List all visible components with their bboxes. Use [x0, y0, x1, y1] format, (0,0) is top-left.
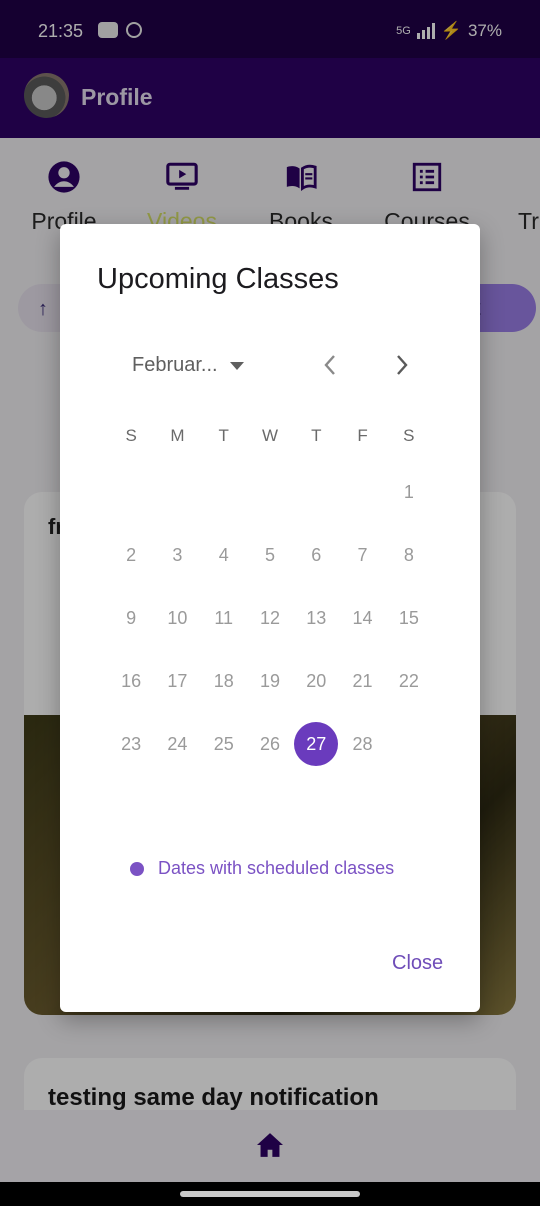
- day-number: 20: [306, 670, 327, 691]
- calendar-day[interactable]: 26: [247, 722, 293, 766]
- day-number: 12: [259, 607, 280, 628]
- day-number: 25: [213, 733, 234, 754]
- home-gesture-handle[interactable]: [180, 1191, 360, 1197]
- weekday-label: S: [403, 426, 415, 445]
- day-number: 8: [403, 544, 414, 565]
- weekday-header: S M T W T F S: [108, 412, 432, 460]
- weekday-label: S: [125, 426, 137, 445]
- day-number: 5: [264, 544, 275, 565]
- calendar-legend: Dates with scheduled classes: [130, 858, 394, 879]
- calendar-week: 9 10 11 12 13 14 15: [108, 586, 432, 649]
- day-number: 9: [126, 607, 137, 628]
- day-number: 1: [403, 481, 414, 502]
- calendar-day[interactable]: 12: [247, 596, 293, 640]
- day-number: 6: [311, 544, 322, 565]
- calendar-day[interactable]: 4: [201, 533, 247, 577]
- weekday-label: M: [170, 426, 185, 445]
- calendar-day[interactable]: 10: [154, 596, 200, 640]
- day-number: 7: [357, 544, 368, 565]
- calendar-day[interactable]: 17: [154, 659, 200, 703]
- calendar-weeks: 1 2 3 4 5 6 7 8 9 10 11 12 13 14 15 16 17 18 19 20 21 22 23 24 2…: [108, 460, 432, 775]
- gesture-bar: [0, 1182, 540, 1206]
- calendar-week: 2 3 4 5 6 7 8: [108, 523, 432, 586]
- weekday-label: F: [357, 426, 368, 445]
- calendar-day[interactable]: 20: [293, 659, 339, 703]
- calendar-day[interactable]: 18: [201, 659, 247, 703]
- day-number: 3: [172, 544, 183, 565]
- dialog-title: Upcoming Classes: [97, 263, 339, 295]
- month-label: Februar...: [132, 354, 218, 376]
- upcoming-classes-dialog: Upcoming Classes Februar... S M T W T F …: [60, 224, 480, 1012]
- calendar-day[interactable]: 22: [386, 659, 432, 703]
- calendar-day[interactable]: 11: [201, 596, 247, 640]
- calendar-week: 23 24 25 26 27 28: [108, 712, 432, 775]
- day-number: 4: [218, 544, 229, 565]
- calendar-day-selected[interactable]: 27: [293, 721, 339, 766]
- day-number: 13: [306, 607, 327, 628]
- calendar-day[interactable]: 3: [154, 533, 200, 577]
- day-number: 19: [259, 670, 280, 691]
- weekday-label: T: [218, 426, 229, 445]
- calendar-day[interactable]: 25: [201, 722, 247, 766]
- calendar-day[interactable]: 8: [386, 533, 432, 577]
- calendar-day[interactable]: 13: [293, 596, 339, 640]
- calendar-week: 16 17 18 19 20 21 22: [108, 649, 432, 712]
- day-number: 17: [167, 670, 188, 691]
- weekday-label: T: [311, 426, 322, 445]
- calendar-day[interactable]: 28: [339, 722, 385, 766]
- calendar-day[interactable]: 16: [108, 659, 154, 703]
- close-button[interactable]: Close: [392, 952, 443, 975]
- calendar-day[interactable]: 15: [386, 596, 432, 640]
- calendar-day[interactable]: 21: [339, 659, 385, 703]
- day-number: 2: [126, 544, 137, 565]
- calendar-day[interactable]: 6: [293, 533, 339, 577]
- day-number: 10: [167, 607, 188, 628]
- day-number: 11: [214, 607, 234, 628]
- calendar-day[interactable]: 14: [339, 596, 385, 640]
- day-number: 15: [398, 607, 419, 628]
- calendar-day[interactable]: 5: [247, 533, 293, 577]
- weekday-label: W: [261, 426, 278, 445]
- calendar-day[interactable]: 2: [108, 533, 154, 577]
- day-number: 27: [294, 721, 339, 766]
- calendar-day[interactable]: 19: [247, 659, 293, 703]
- day-number: 28: [352, 733, 373, 754]
- day-number: 26: [259, 733, 280, 754]
- calendar-grid: S M T W T F S 1 2 3 4 5 6 7 8 9 10 11 12 13 14 15 16 17 1…: [108, 412, 432, 775]
- day-number: 18: [213, 670, 234, 691]
- calendar-week: 1: [108, 460, 432, 523]
- chevron-right-icon[interactable]: [390, 350, 414, 380]
- calendar-day[interactable]: 1: [386, 470, 432, 514]
- day-number: 24: [167, 733, 188, 754]
- month-dropdown[interactable]: Februar...: [132, 354, 244, 377]
- calendar-day[interactable]: 7: [339, 533, 385, 577]
- day-number: 16: [121, 670, 142, 691]
- calendar-day[interactable]: 23: [108, 722, 154, 766]
- scheduled-dot-icon: [130, 861, 144, 876]
- day-number: 22: [398, 670, 419, 691]
- calendar-day[interactable]: 24: [154, 722, 200, 766]
- day-number: 23: [121, 733, 142, 754]
- dropdown-arrow-icon: [229, 361, 244, 370]
- legend-text: Dates with scheduled classes: [158, 858, 395, 878]
- chevron-left-icon[interactable]: [318, 350, 342, 380]
- calendar-day[interactable]: 9: [108, 596, 154, 640]
- day-number: 21: [352, 670, 373, 691]
- day-number: 14: [352, 607, 373, 628]
